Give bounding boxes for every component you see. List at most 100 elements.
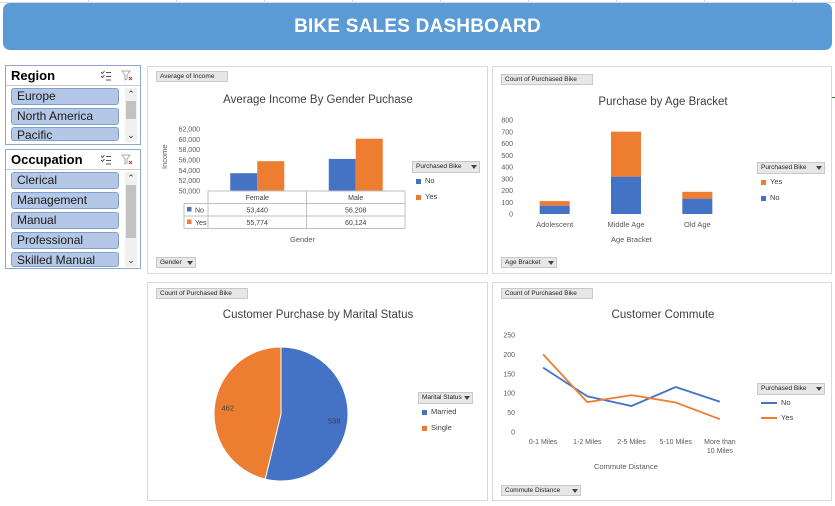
legend-item-yes: Yes [761,177,782,186]
bar-segment [611,131,641,177]
scroll-thumb[interactable] [126,185,136,238]
legend-label: No [770,193,780,202]
y-tick-label: 600 [501,141,513,148]
clear-filter-icon[interactable] [121,154,133,165]
legend-field-label: Purchased Bike [416,163,462,170]
bar-segment [682,198,713,214]
scroll-down-icon[interactable]: ⌄ [125,129,137,141]
legend-swatch [416,178,421,184]
legend-item-no: No [761,193,780,202]
bar [328,158,356,191]
bar-segment [539,201,570,206]
y-tick-label: 0 [509,212,513,219]
axis-field-button[interactable]: Age Bracket [501,257,557,268]
legend-swatch [761,417,777,420]
scroll-up-icon[interactable]: ⌃ [125,172,137,184]
clear-filter-icon[interactable] [121,70,133,81]
slicer-item-professional[interactable]: Professional [11,232,119,249]
table-cell: 55,774 [247,220,269,227]
slicer-header: Occupation [6,150,140,170]
y-tick-label: 400 [501,165,513,172]
table-row-label: No [195,208,204,215]
legend-field-label: Marital Status [422,394,462,401]
legend-item-married: Married [422,407,456,416]
table-header: Female [246,195,269,202]
scroll-thumb[interactable] [126,101,136,119]
slicer-scrollbar[interactable]: ⌃ ⌄ [125,172,137,267]
y-tick-label: 200 [503,352,515,359]
y-tick-label: 52,000 [179,178,201,185]
y-tick-label: 50,000 [179,189,201,196]
legend-swatch [422,409,427,415]
axis-field-button[interactable]: Commute Distance [501,485,581,496]
y-tick-label: 250 [503,333,515,340]
legend-label: No [425,176,435,185]
commute-chart-panel[interactable]: Count of Purchased Bike Customer Commute… [492,282,832,501]
bar-segment [611,176,641,214]
dropdown-arrow-icon[interactable] [816,166,822,170]
legend-field-button[interactable]: Marital Status [418,392,473,404]
x-tick-label: Old Age [684,220,711,229]
y-tick-label: 150 [503,371,515,378]
legend-swatch [761,402,777,405]
occupation-slicer: Occupation Clerical Management Manual Pr… [5,149,141,269]
slicer-item-manual[interactable]: Manual [11,212,119,229]
legend-label: Yes [781,413,794,422]
x-tick-label: Adolescent [536,220,574,229]
legend-label: No [781,398,791,407]
slicer-item-management[interactable]: Management [11,192,119,209]
legend-swatch [416,194,421,200]
dropdown-arrow-icon[interactable] [187,261,193,265]
y-tick-label: 62,000 [179,127,201,134]
y-tick-label: 700 [501,129,513,136]
marital-chart-panel[interactable]: Count of Purchased Bike Customer Purchas… [147,282,488,501]
slicer-item-north-america[interactable]: North America [11,108,119,125]
multi-select-icon[interactable] [100,70,112,81]
y-tick-label: 500 [501,153,513,160]
legend-field-button[interactable]: Purchased Bike [757,383,825,395]
slicer-scrollbar[interactable]: ⌃ ⌄ [125,88,137,142]
legend-field-button[interactable]: Purchased Bike [412,161,480,173]
dropdown-arrow-icon[interactable] [471,165,477,169]
multi-select-icon[interactable] [100,154,112,165]
legend-label: Yes [770,177,783,186]
legend-swatch [422,425,427,431]
scroll-up-icon[interactable]: ⌃ [125,88,137,100]
y-tick-label: 300 [501,176,513,183]
y-tick-label: 100 [501,200,513,207]
slicer-item-skilled-manual[interactable]: Skilled Manual [11,252,119,267]
legend-item-yes: Yes [416,192,437,201]
table-header: Male [348,195,363,202]
scroll-down-icon[interactable]: ⌄ [125,254,137,266]
table-row-label: Yes [195,220,207,227]
income-chart-panel[interactable]: Average of Income Average Income By Gend… [147,66,488,274]
region-slicer: Region Europe North America Pacific ⌃ ⌄ [5,65,141,145]
slicer-item-pacific[interactable]: Pacific [11,127,119,141]
y-axis-title: Income [160,144,169,169]
table-cell: 53,440 [247,208,269,215]
dropdown-arrow-icon[interactable] [816,387,822,391]
legend-field-button[interactable]: Purchased Bike [757,162,825,174]
legend-label: Married [431,407,457,416]
slicer-item-clerical[interactable]: Clerical [11,172,119,189]
dashboard-title: BIKE SALES DASHBOARD [294,15,541,37]
y-tick-label: 50 [507,410,515,417]
axis-field-label: Gender [160,259,182,266]
axis-field-label: Age Bracket [505,259,541,266]
age-chart-panel[interactable]: Count of Purchased Bike Purchase by Age … [492,66,832,274]
dropdown-arrow-icon[interactable] [464,396,470,400]
axis-field-button[interactable]: Gender [156,257,196,268]
slicer-header: Region [6,66,140,86]
slice-label: 538 [328,416,341,425]
bar [230,173,258,191]
legend-item-no: No [416,176,435,185]
slicer-item-europe[interactable]: Europe [11,88,119,105]
legend-item-no: No [761,398,791,407]
dropdown-arrow-icon[interactable] [548,261,554,265]
slicer-title: Occupation [11,152,83,167]
y-tick-label: 800 [501,118,513,125]
x-axis-title: Age Bracket [611,235,652,244]
legend-item-single: Single [422,423,452,432]
dropdown-arrow-icon[interactable] [572,489,578,493]
legend-field-label: Purchased Bike [761,385,807,392]
